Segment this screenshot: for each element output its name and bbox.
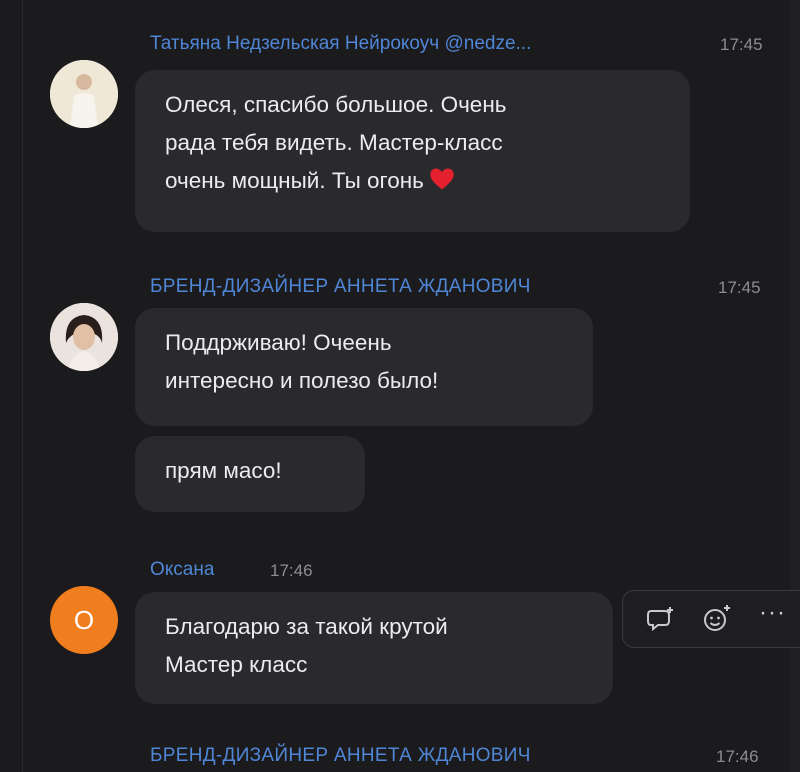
message-text: Олеся, спасибо большое. Очень	[165, 92, 507, 117]
message-bubble[interactable]: Благодарю за такой крутой Мастер класс	[135, 592, 613, 704]
message-time: 17:46	[716, 747, 759, 766]
message-bubble[interactable]: прям масо!	[135, 436, 365, 512]
message-actions-toolbar: ···	[622, 590, 800, 648]
user-photo-icon[interactable]	[50, 303, 118, 371]
sidebar-divider	[22, 0, 23, 772]
heart-icon	[430, 168, 454, 190]
message-time: 17:45	[720, 35, 763, 54]
user-photo-icon[interactable]	[50, 60, 118, 128]
message-bubble[interactable]: Олеся, спасибо большое. Очень рада тебя …	[135, 70, 690, 232]
message-text: интересно и полезо было!	[165, 368, 439, 393]
sender-name[interactable]: Татьяна Недзельская Нейрокоуч @nedze...	[150, 33, 531, 55]
message-text: рада тебя видеть. Мастер-класс	[165, 130, 503, 155]
message-text: прям масо!	[165, 458, 282, 483]
reply-icon[interactable]	[645, 603, 677, 635]
message-text: Благодарю за такой крутой	[165, 614, 448, 639]
add-reaction-icon[interactable]	[701, 603, 733, 635]
message-bubble[interactable]: Поддрживаю! Очеень интересно и полезо бы…	[135, 308, 593, 426]
sender-name[interactable]: БРЕНД-ДИЗАЙНЕР АННЕТА ЖДАНОВИЧ	[150, 745, 531, 767]
sender-name[interactable]: БРЕНД-ДИЗАЙНЕР АННЕТА ЖДАНОВИЧ	[150, 276, 531, 298]
more-options-button[interactable]: ···	[759, 599, 786, 627]
message-text: Мастер класс	[165, 652, 308, 677]
message-time: 17:46	[270, 561, 313, 580]
scrollbar-track[interactable]	[790, 0, 800, 772]
message-text: Поддрживаю! Очеень	[165, 330, 392, 355]
message-text: очень мощный. Ты огонь	[165, 168, 424, 193]
message-time: 17:45	[718, 278, 761, 297]
avatar-letter-icon[interactable]: О	[50, 586, 118, 654]
sender-name[interactable]: Оксана	[150, 559, 214, 581]
